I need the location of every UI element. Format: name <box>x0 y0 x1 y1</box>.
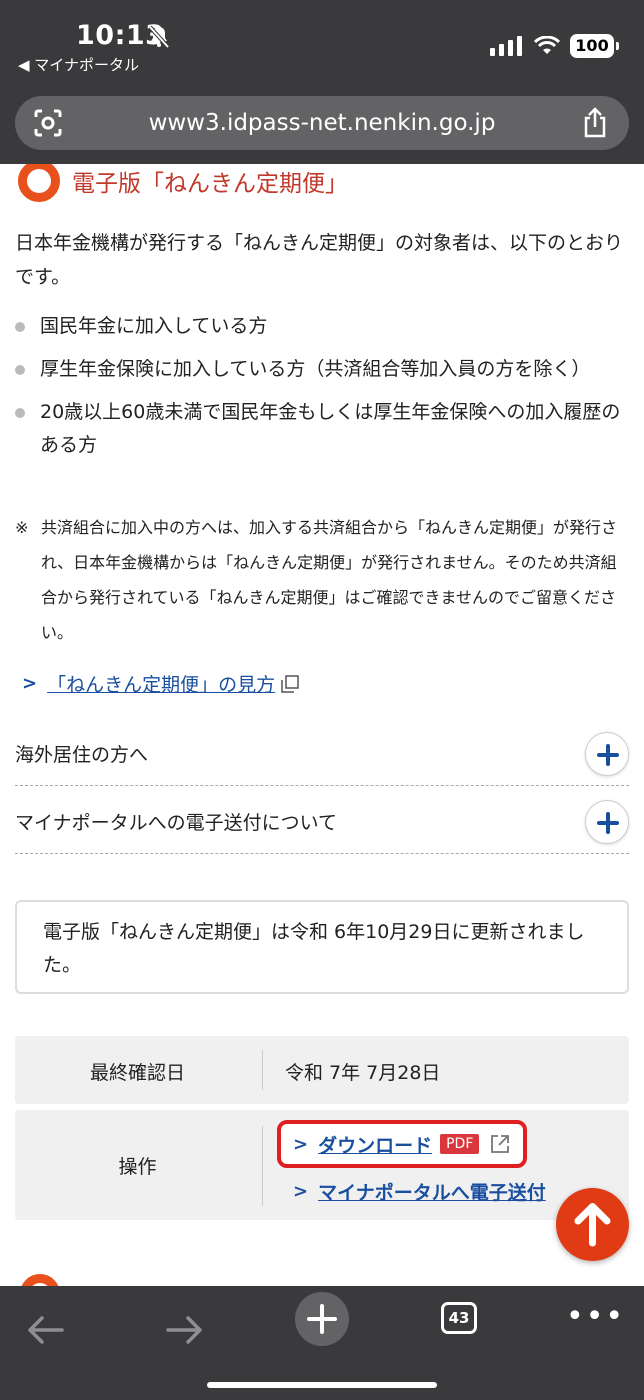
note-text: 共済組合に加入中の方へは、加入する共済組合から「ねんきん定期便」が発行され、日本… <box>41 518 618 642</box>
how-to-read-link[interactable]: > 「ねんきん定期便」の見方 <box>22 670 299 697</box>
more-menu-icon[interactable]: ••• <box>566 1302 625 1332</box>
table-row: 操作 > ダウンロード PDF > マイナポータルへ電子送付 <box>15 1110 629 1220</box>
section-heading-text: 電子版「ねんきん定期便」 <box>72 171 348 197</box>
download-link[interactable]: > ダウンロード PDF <box>277 1120 528 1168</box>
download-link-text[interactable]: ダウンロード <box>318 1131 432 1158</box>
browser-top-chrome: 10:13 ◀ マイナポータル 100 www3.idpass-net.nenk… <box>0 0 644 164</box>
battery-indicator: 100 <box>570 34 619 58</box>
back-to-app-link[interactable]: ◀ マイナポータル <box>18 54 139 75</box>
forward-arrow-icon[interactable] <box>154 1300 214 1360</box>
list-item: 厚生年金保険に加入している方（共済組合等加入員の方を除く） <box>15 353 630 386</box>
plus-icon <box>307 1304 337 1334</box>
accordion-overseas[interactable]: 海外居住の方へ <box>15 718 629 786</box>
divider <box>262 1126 263 1206</box>
accordion-label[interactable]: 海外居住の方へ <box>15 740 148 767</box>
new-tab-button[interactable] <box>295 1292 349 1346</box>
accordion-myna-portal[interactable]: マイナポータルへの電子送付について <box>15 786 629 854</box>
last-checked-value: 令和 7年 7月28日 <box>285 1062 441 1084</box>
share-icon[interactable] <box>581 107 609 139</box>
update-notice: 電子版「ねんきん定期便」は令和 6年10月29日に更新されました。 <box>15 900 629 994</box>
table-row: 最終確認日 令和 7年 7月28日 <box>15 1036 629 1104</box>
chevron-right-icon: > <box>293 1133 309 1155</box>
url-text[interactable]: www3.idpass-net.nenkin.go.jp <box>15 110 629 136</box>
how-to-read-link-text[interactable]: 「ねんきん定期便」の見方 <box>47 670 275 697</box>
accordion-label[interactable]: マイナポータルへの電子送付について <box>15 808 337 835</box>
back-arrow-icon[interactable] <box>16 1300 76 1360</box>
tabs-button[interactable]: 43 <box>441 1302 477 1334</box>
target-list: 国民年金に加入している方 厚生年金保険に加入している方（共済組合等加入員の方を除… <box>15 310 630 472</box>
browser-toolbar: 43 ••• <box>0 1286 644 1400</box>
list-item: 20歳以上60歳未満で国民年金もしくは厚生年金保険への加入履歴のある方 <box>15 396 630 462</box>
note-mark: ※ <box>15 518 29 537</box>
next-section-ring-icon <box>20 1274 60 1286</box>
pdf-badge: PDF <box>440 1134 480 1154</box>
bell-slash-icon <box>148 25 170 49</box>
operation-label: 操作 <box>118 1156 157 1178</box>
send-to-mynaportal-link-text[interactable]: マイナポータルへ電子送付 <box>318 1178 546 1205</box>
section-heading: 電子版「ねんきん定期便」 <box>18 164 348 204</box>
url-bar[interactable]: www3.idpass-net.nenkin.go.jp <box>15 96 629 150</box>
list-item: 国民年金に加入している方 <box>15 310 630 343</box>
ring-icon <box>18 164 60 202</box>
plus-icon[interactable] <box>585 732 629 776</box>
external-link-icon <box>491 1135 510 1153</box>
arrow-up-icon <box>574 1203 611 1247</box>
home-indicator <box>207 1382 437 1388</box>
divider <box>262 1050 263 1090</box>
plus-icon[interactable] <box>585 800 629 844</box>
chevron-right-icon: > <box>22 673 38 694</box>
signal-icon <box>490 36 522 56</box>
new-window-icon <box>281 674 299 693</box>
send-to-mynaportal-link[interactable]: > マイナポータルへ電子送付 <box>293 1178 546 1205</box>
chevron-right-icon: > <box>293 1181 309 1202</box>
last-checked-label: 最終確認日 <box>89 1062 185 1084</box>
page-content: 電子版「ねんきん定期便」 日本年金機構が発行する「ねんきん定期便」の対象者は、以… <box>0 164 644 1286</box>
wifi-icon <box>534 36 560 54</box>
intro-text: 日本年金機構が発行する「ねんきん定期便」の対象者は、以下のとおりです。 <box>15 232 624 288</box>
scroll-to-top-button[interactable] <box>556 1188 629 1261</box>
note: ※ 共済組合に加入中の方へは、加入する共済組合から「ねんきん定期便」が発行され、… <box>15 510 630 650</box>
status-icons: 100 <box>490 34 619 58</box>
